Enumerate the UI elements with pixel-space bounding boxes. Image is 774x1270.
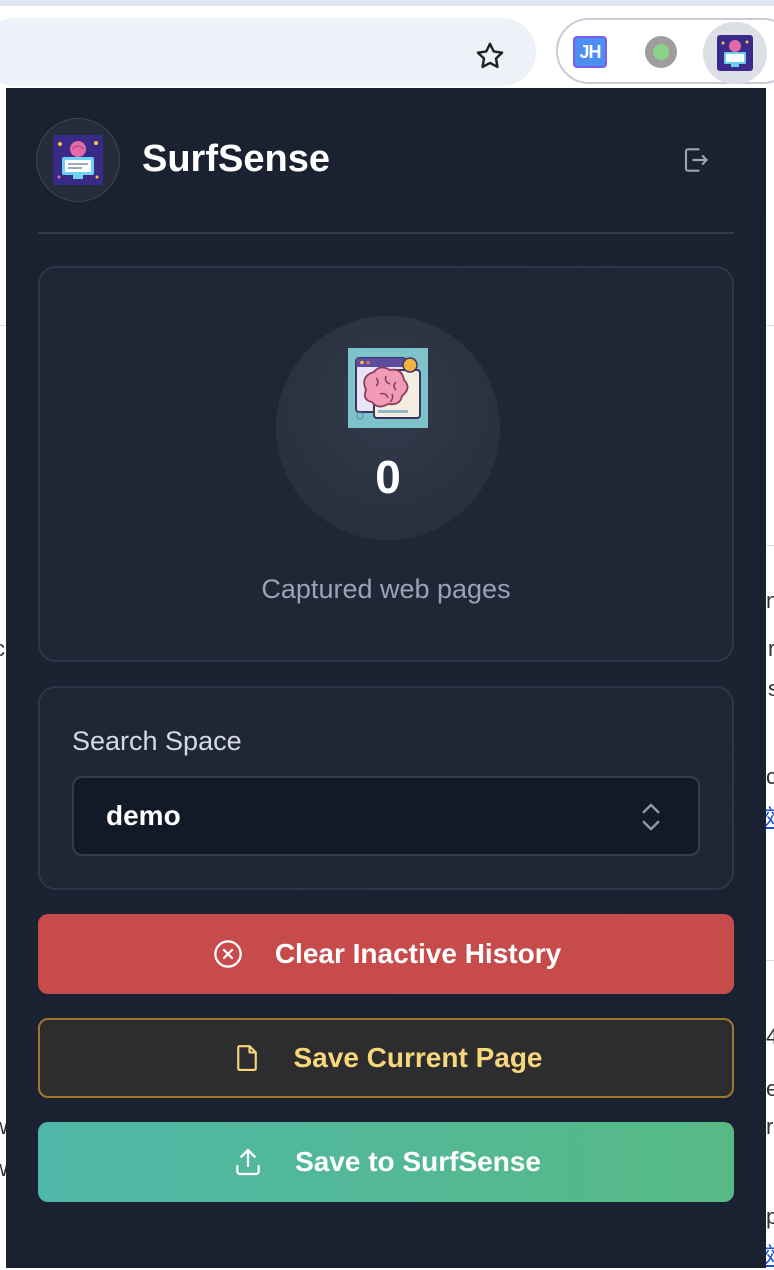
logout-button[interactable] [676,140,716,180]
save-to-surfsense-button[interactable]: Save to SurfSense [38,1122,734,1202]
save-current-page-button[interactable]: Save Current Page [38,1018,734,1098]
page-separator [766,545,774,546]
save-to-surfsense-label: Save to SurfSense [295,1146,541,1177]
brain-browser-icon [348,348,428,428]
search-space-select[interactable]: demo [72,776,700,856]
search-space-label: Search Space [72,726,242,756]
extension-status-icon[interactable] [645,36,677,68]
background-text: r [768,636,774,661]
background-text: nc [766,588,774,613]
search-space-value: demo [106,800,181,831]
background-text: e [766,1076,774,1101]
surfsense-logo-icon [53,135,103,185]
app-logo [36,118,120,202]
upload-icon [231,1145,265,1179]
extension-surfsense-icon[interactable] [703,22,767,84]
search-space-card: Search Space demo [38,686,734,890]
clear-inactive-history-label: Clear Inactive History [274,938,562,969]
page-separator [766,960,774,961]
clear-inactive-history-button[interactable]: Clear Inactive History [38,914,734,994]
background-text: p [766,1204,774,1229]
captured-label: Captured web pages [261,574,511,604]
extension-jh-icon[interactable]: JH [573,36,607,68]
background-text: 4 [766,1024,774,1049]
background-text: s [768,676,774,701]
close-circle-icon [211,937,245,971]
save-current-page-label: Save Current Page [293,1042,543,1073]
background-text: c [766,764,774,789]
app-title: SurfSense [142,138,330,180]
stats-card: 0 Captured web pages [38,266,734,662]
page-separator [766,325,774,326]
background-text: c [0,636,5,662]
header-divider [38,232,734,234]
address-bar[interactable] [0,18,536,86]
stats-circle: 0 [276,316,500,540]
logout-icon [684,148,708,172]
bookmark-star-icon[interactable] [470,36,510,76]
surfsense-popup: SurfSense 0 Captured web pages Search Sp… [6,88,766,1268]
document-icon [230,1041,264,1075]
background-text: re [766,1114,774,1139]
chevron-up-down-icon [642,803,660,831]
captured-count: 0 [375,451,401,503]
